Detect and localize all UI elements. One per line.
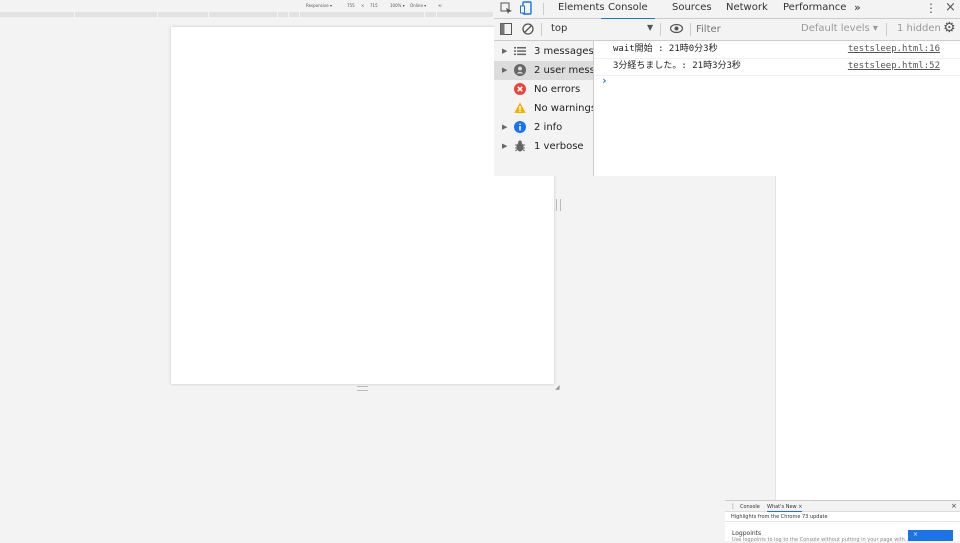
settings-gear-icon[interactable]: ⚙: [943, 20, 956, 36]
sidebar-item-warnings[interactable]: No warnings: [494, 99, 593, 118]
resize-handle-corner[interactable]: ◢: [555, 385, 561, 391]
whats-new-thumbnail[interactable]: ×: [908, 530, 953, 541]
inspect-element-icon[interactable]: [500, 2, 513, 18]
sidebar-item-label: 1 verbose: [534, 141, 584, 152]
close-devtools-icon[interactable]: ×: [945, 0, 956, 15]
hidden-count: 1 hidden: [897, 23, 941, 34]
chevron-down-icon[interactable]: ▼: [647, 23, 653, 32]
tab-console[interactable]: Console: [601, 0, 655, 20]
message-source-link[interactable]: testsleep.html:16: [848, 41, 940, 57]
live-expression-eye-icon[interactable]: [669, 23, 684, 37]
width-input[interactable]: 755: [347, 3, 355, 8]
media-query-segment[interactable]: [425, 12, 437, 17]
sidebar-item-info[interactable]: ▶ 2 info: [494, 118, 593, 137]
tab-performance[interactable]: Performance: [783, 0, 846, 18]
sidebar-toggle-icon[interactable]: [500, 23, 512, 38]
console-prompt[interactable]: ›: [601, 74, 608, 87]
dimension-separator: ×: [361, 3, 365, 8]
throttle-select[interactable]: Online ▾: [410, 3, 426, 8]
media-query-segment[interactable]: [278, 12, 289, 17]
toolbar-divider: [886, 23, 887, 36]
sidebar-item-label: 2 info: [534, 122, 563, 133]
resize-handle-bottom[interactable]: [357, 386, 368, 391]
device-toolbar-icon[interactable]: [520, 1, 533, 18]
console-toolbar: top ▼ Default levels ▾ 1 hidden ⚙: [494, 19, 960, 41]
media-query-segment[interactable]: [300, 12, 425, 17]
tab-elements[interactable]: Elements: [558, 0, 605, 18]
media-query-segment[interactable]: [0, 12, 75, 17]
drawer-tab-console[interactable]: Console: [740, 504, 760, 510]
rotate-icon[interactable]: ⟲: [438, 3, 441, 8]
tab-network[interactable]: Network: [726, 0, 768, 18]
tab-sources[interactable]: Sources: [672, 0, 712, 18]
error-icon: [514, 83, 526, 95]
whats-new-item-title[interactable]: Logpoints: [732, 530, 761, 537]
console-sidebar: ▶ 3 messages ▶ 2 user mess... No errors …: [494, 41, 594, 176]
sidebar-item-label: 2 user mess...: [534, 65, 593, 76]
more-tabs-icon[interactable]: »: [854, 0, 861, 18]
media-query-segment[interactable]: [158, 12, 209, 17]
sidebar-item-user-messages[interactable]: ▶ 2 user mess...: [494, 61, 593, 80]
whats-new-item-desc: Use logpoints to log to the Console with…: [732, 537, 910, 543]
toolbar-divider: [541, 23, 542, 36]
devtools-empty-column: [725, 176, 776, 500]
info-icon: [514, 121, 526, 133]
tab-divider: [543, 3, 544, 15]
resize-handle-right[interactable]: [556, 199, 561, 211]
media-query-bar: [0, 11, 494, 18]
context-select[interactable]: top: [551, 23, 567, 34]
toolbar-divider: [690, 23, 691, 36]
whats-new-headline: Highlights from the Chrome 73 update: [731, 514, 828, 520]
bug-icon: [514, 140, 526, 152]
console-output: wait開始 : 21時0分3秒 testsleep.html:16 3分経ちま…: [594, 41, 960, 176]
sidebar-item-label: 3 messages: [534, 46, 593, 57]
message-text: wait開始 : 21時0分3秒: [613, 44, 718, 54]
expand-triangle-icon[interactable]: ▶: [502, 42, 507, 61]
media-query-segment[interactable]: [437, 12, 494, 17]
log-levels-select[interactable]: Default levels ▾: [801, 23, 878, 34]
sidebar-item-errors[interactable]: No errors: [494, 80, 593, 99]
drawer-divider: [725, 521, 960, 522]
devtools-empty-area: [776, 176, 960, 500]
drawer-menu-icon[interactable]: ⋮: [730, 503, 736, 510]
kebab-menu-icon[interactable]: ⋮: [925, 1, 937, 15]
user-icon: [514, 64, 526, 76]
console-message: wait開始 : 21時0分3秒 testsleep.html:16: [594, 41, 960, 59]
drawer-tabbar: ⋮ Console What's New × ×: [725, 501, 960, 512]
console-message: 3分経ちました。: 21時3分3秒 testsleep.html:52: [594, 58, 960, 76]
media-query-segment[interactable]: [209, 12, 278, 17]
close-drawer-icon[interactable]: ×: [951, 502, 957, 510]
media-query-segment[interactable]: [75, 12, 158, 17]
expand-triangle-icon[interactable]: ▶: [502, 137, 507, 156]
list-icon: [514, 45, 526, 57]
toolbar-divider: [660, 23, 661, 36]
clear-console-icon[interactable]: [522, 23, 534, 38]
devtools-drawer: ⋮ Console What's New × × Highlights from…: [725, 500, 960, 543]
message-source-link[interactable]: testsleep.html:52: [848, 58, 940, 74]
height-input[interactable]: 715: [370, 3, 378, 8]
devtools-panel: Elements Console Sources Network Perform…: [494, 0, 960, 176]
sidebar-item-label: No errors: [534, 84, 581, 95]
drawer-tab-whats-new[interactable]: What's New ×: [767, 504, 803, 512]
warning-icon: [514, 102, 526, 114]
sidebar-item-label: No warnings: [534, 103, 593, 114]
device-select[interactable]: Responsive ▾: [306, 3, 332, 8]
devtools-tabbar: Elements Console Sources Network Perform…: [494, 0, 960, 20]
sidebar-item-messages[interactable]: ▶ 3 messages: [494, 42, 593, 61]
media-query-segment[interactable]: [289, 12, 300, 17]
sidebar-item-verbose[interactable]: ▶ 1 verbose: [494, 137, 593, 156]
zoom-select[interactable]: 100% ▾: [390, 3, 405, 8]
message-text: 3分経ちました。: 21時3分3秒: [613, 61, 741, 71]
filter-input[interactable]: [694, 21, 794, 37]
expand-triangle-icon[interactable]: ▶: [502, 118, 507, 137]
thumbnail-close-icon: ×: [913, 531, 919, 538]
expand-triangle-icon[interactable]: ▶: [502, 61, 507, 80]
